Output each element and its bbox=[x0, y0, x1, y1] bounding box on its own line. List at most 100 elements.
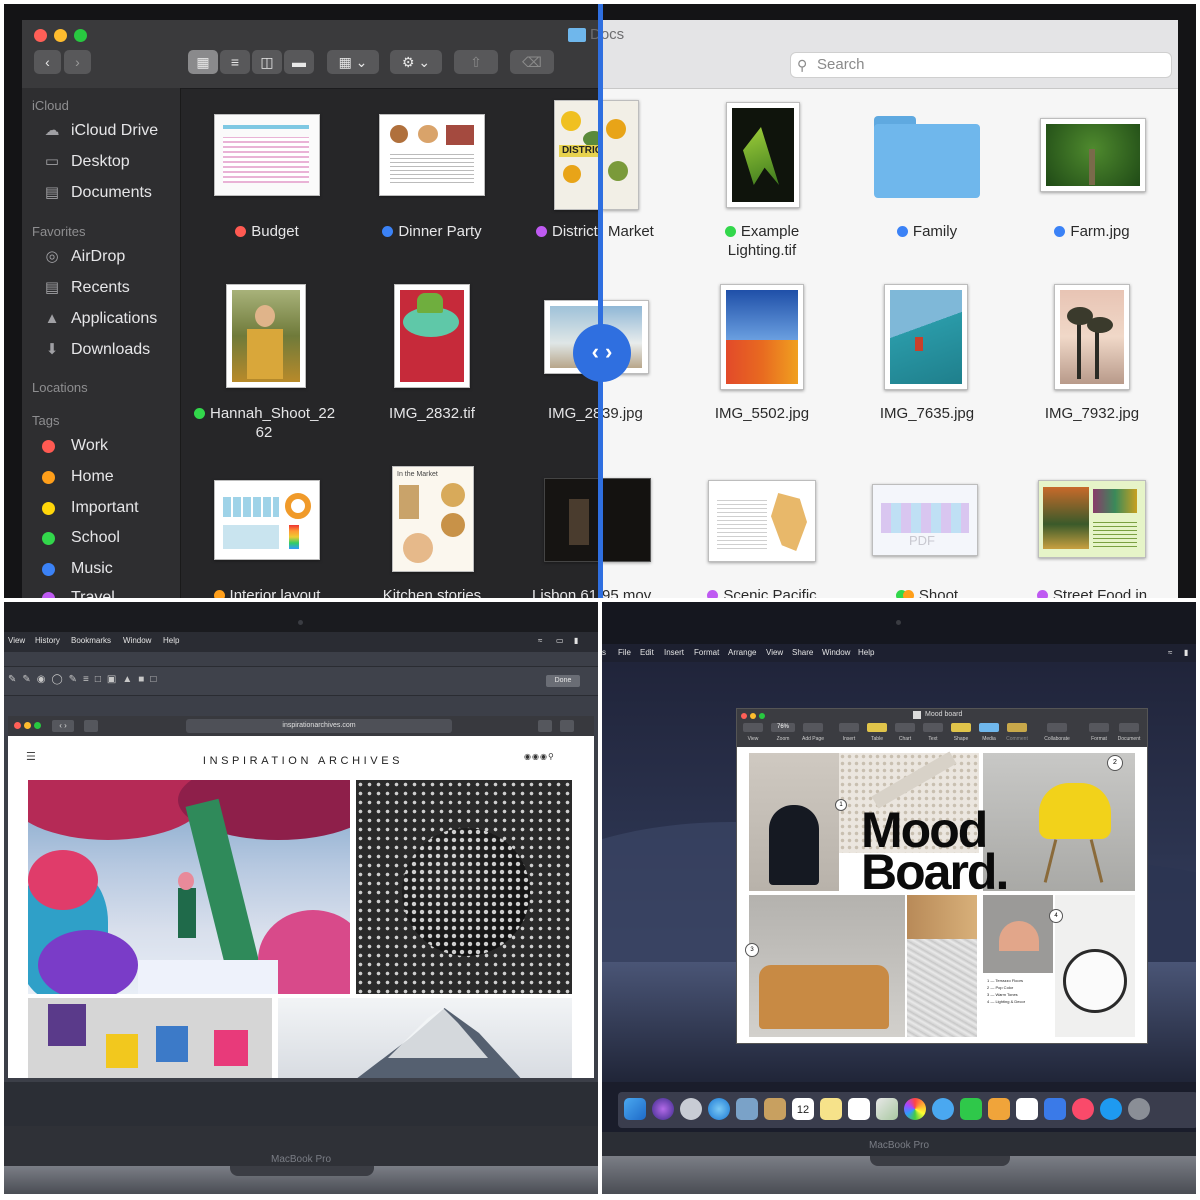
chair-photo[interactable] bbox=[749, 753, 839, 891]
file-thumbnail-hannah-shoot[interactable] bbox=[226, 284, 306, 388]
file-label-hannah-shoot[interactable]: Hannah_Shoot_22 62 bbox=[194, 404, 335, 442]
facetime-app-icon[interactable] bbox=[960, 1098, 982, 1120]
markup-tools-icon[interactable]: ✎✎◉◯✎≡□▣▲■□ bbox=[8, 674, 162, 685]
close-button[interactable] bbox=[14, 722, 21, 729]
calendar-app-icon[interactable]: 12 bbox=[792, 1098, 814, 1120]
keynote-app-icon[interactable] bbox=[1044, 1098, 1066, 1120]
file-label-lisbon-mov[interactable]: 95.mov bbox=[602, 586, 662, 598]
tag-button[interactable]: ⌫ bbox=[510, 50, 554, 74]
sidebar-item-recents[interactable]: ▤ Recents bbox=[42, 276, 130, 300]
messages-app-icon[interactable] bbox=[932, 1098, 954, 1120]
minimize-button[interactable] bbox=[54, 29, 67, 42]
text-button[interactable] bbox=[923, 723, 943, 732]
file-thumbnail-img-7635[interactable] bbox=[884, 284, 968, 390]
hamburger-menu-icon[interactable]: ☰ bbox=[26, 750, 36, 763]
menu-format[interactable]: Format bbox=[694, 648, 719, 657]
view-button[interactable] bbox=[743, 723, 763, 732]
file-thumbnail-budget[interactable] bbox=[214, 114, 320, 196]
menu-window[interactable]: Window bbox=[822, 648, 850, 657]
sidebar-item-desktop[interactable]: ▭ Desktop bbox=[42, 150, 130, 174]
file-thumbnail-interior-layout[interactable] bbox=[214, 480, 320, 560]
menu-view[interactable]: View bbox=[8, 636, 25, 645]
action-gear-button[interactable]: ⚙ ⌄ bbox=[390, 50, 442, 74]
sidebar-tag-important[interactable]: Important bbox=[42, 496, 139, 520]
social-icons[interactable]: ◉◉◉⚲ bbox=[524, 752, 555, 761]
file-thumbnail-img-2832[interactable] bbox=[394, 284, 470, 388]
file-thumbnail-scenic-pacific[interactable] bbox=[708, 480, 816, 562]
forward-button[interactable]: › bbox=[64, 50, 91, 74]
app-store-icon[interactable] bbox=[1100, 1098, 1122, 1120]
fur-rug-photo[interactable] bbox=[907, 939, 977, 1037]
column-view-button[interactable]: ◫ bbox=[252, 50, 282, 74]
file-label-shoot[interactable]: Shoot bbox=[867, 586, 987, 598]
file-label-market[interactable]: Market bbox=[608, 222, 668, 241]
menu-pages-app[interactable]: s bbox=[602, 648, 606, 657]
sphere-artwork[interactable] bbox=[356, 780, 572, 994]
file-label-img-28xx[interactable]: IMG_28 bbox=[548, 404, 602, 423]
file-thumbnail-street-food[interactable] bbox=[1038, 480, 1146, 558]
add-page-button[interactable] bbox=[803, 723, 823, 732]
numbers-app-icon[interactable] bbox=[1016, 1098, 1038, 1120]
back-button[interactable]: ‹ bbox=[34, 50, 61, 74]
list-view-button[interactable]: ≡ bbox=[220, 50, 250, 74]
menu-help[interactable]: Help bbox=[163, 636, 179, 645]
sidebar-tag-home[interactable]: Home bbox=[42, 465, 114, 489]
media-button[interactable] bbox=[979, 723, 999, 732]
insert-button[interactable] bbox=[839, 723, 859, 732]
back-forward-buttons[interactable]: ‹ › bbox=[52, 720, 74, 732]
share-button[interactable]: ⇧ bbox=[454, 50, 498, 74]
file-thumbnail-example-lighting[interactable] bbox=[726, 102, 800, 208]
illustration-artwork[interactable] bbox=[28, 780, 350, 994]
file-label-scenic-pacific[interactable]: Scenic Pacific bbox=[702, 586, 822, 598]
music-app-icon[interactable] bbox=[1072, 1098, 1094, 1120]
siri-app-icon[interactable] bbox=[652, 1098, 674, 1120]
file-thumbnail-lisbon[interactable] bbox=[544, 478, 604, 562]
menu-file[interactable]: File bbox=[618, 648, 631, 657]
file-label-img-2839[interactable]: 39.jpg bbox=[602, 404, 652, 423]
menu-window[interactable]: Window bbox=[123, 636, 151, 645]
zoom-select[interactable]: 76% bbox=[771, 723, 795, 732]
file-thumbnail-farm[interactable] bbox=[1040, 118, 1146, 192]
folder-icon-family[interactable] bbox=[874, 116, 980, 198]
chart-button[interactable] bbox=[895, 723, 915, 732]
file-thumbnail-dinner-party[interactable] bbox=[379, 114, 485, 196]
split-handle-arrows-icon[interactable]: ‹ › bbox=[573, 324, 631, 382]
share-icon[interactable] bbox=[538, 720, 552, 732]
file-label-dinner-party[interactable]: Dinner Party bbox=[372, 222, 492, 241]
file-label-interior-layout[interactable]: Interior layout bbox=[207, 586, 327, 598]
round-mirror-photo[interactable] bbox=[1055, 895, 1135, 1037]
menu-help[interactable]: Help bbox=[858, 648, 874, 657]
file-label-img-7635[interactable]: IMG_7635.jpg bbox=[867, 404, 987, 423]
sidebar-item-documents[interactable]: ▤ Documents bbox=[42, 181, 152, 205]
sidebar-tag-work[interactable]: Work bbox=[42, 434, 108, 458]
pendant-lamp-photo[interactable] bbox=[983, 895, 1053, 973]
mountain-artwork[interactable] bbox=[278, 998, 572, 1078]
file-label-family[interactable]: Family bbox=[867, 222, 987, 241]
split-divider[interactable] bbox=[598, 4, 603, 598]
document-button[interactable] bbox=[1119, 723, 1139, 732]
minimize-button[interactable] bbox=[24, 722, 31, 729]
menu-bookmarks[interactable]: Bookmarks bbox=[71, 636, 111, 645]
system-preferences-icon[interactable] bbox=[1128, 1098, 1150, 1120]
sidebar-toggle-icon[interactable] bbox=[84, 720, 98, 732]
collaborate-button[interactable] bbox=[1047, 723, 1067, 732]
sidebar-tag-school[interactable]: School bbox=[42, 526, 120, 550]
file-thumbnail-img-5502[interactable] bbox=[720, 284, 804, 390]
format-button[interactable] bbox=[1089, 723, 1109, 732]
callout-badge[interactable]: 2 bbox=[1107, 755, 1123, 771]
callout-badge[interactable]: 4 bbox=[1049, 909, 1063, 923]
zoom-button[interactable] bbox=[759, 713, 765, 719]
photos-app-icon[interactable] bbox=[904, 1098, 926, 1120]
address-bar[interactable]: inspirationarchives.com bbox=[186, 719, 452, 733]
file-label-budget[interactable]: Budget bbox=[207, 222, 327, 241]
file-label-street-food[interactable]: Street Food in bbox=[1032, 586, 1152, 598]
icon-view-button[interactable]: ▦ bbox=[188, 50, 218, 74]
maps-app-icon[interactable] bbox=[876, 1098, 898, 1120]
cubes-artwork[interactable] bbox=[28, 998, 272, 1078]
callout-badge[interactable]: 1 bbox=[835, 799, 847, 811]
group-by-button[interactable]: ▦ ⌄ bbox=[327, 50, 379, 74]
launchpad-app-icon[interactable] bbox=[680, 1098, 702, 1120]
menu-arrange[interactable]: Arrange bbox=[728, 648, 756, 657]
menu-view[interactable]: View bbox=[766, 648, 783, 657]
file-label-img-7932[interactable]: IMG_7932.jpg bbox=[1032, 404, 1152, 423]
